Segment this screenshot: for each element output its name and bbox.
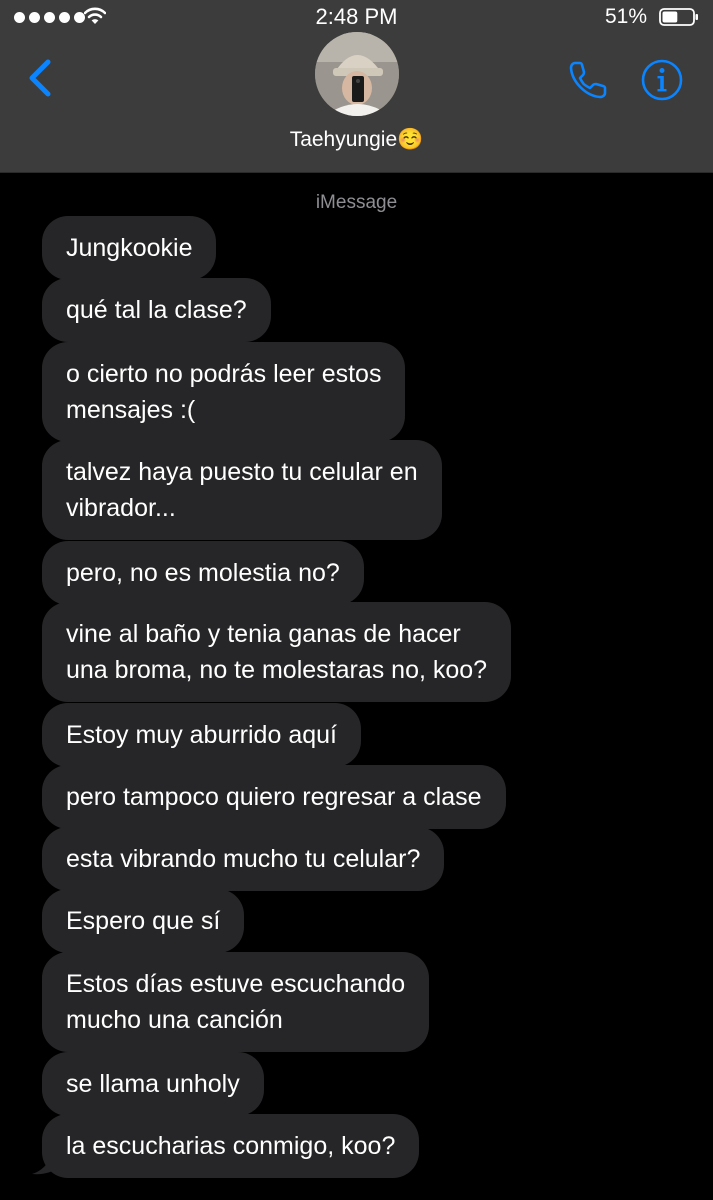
message-bubble[interactable]: talvez haya puesto tu celular en vibrado… [42,440,442,540]
message-bubble[interactable]: pero, no es molestia no? [42,541,364,605]
message-bubble[interactable]: o cierto no podrás leer estos mensajes :… [42,342,406,442]
phone-call-icon[interactable] [566,58,610,102]
conversation-header: 2:48 PM 51% Taehyungie☺️ [0,0,713,173]
message-bubble[interactable]: Jungkookie [42,216,217,280]
status-bar: 2:48 PM 51% [0,0,713,36]
message-bubble[interactable]: se llama unholy [42,1052,264,1116]
message-text: Espero que sí [66,907,221,935]
message-text: qué tal la clase? [66,296,247,324]
message-text: pero tampoco quiero regresar a clase [66,783,482,811]
bubble-tail [32,1152,60,1175]
message-bubble[interactable]: pero tampoco quiero regresar a clase [42,765,506,829]
battery-icon [659,8,698,26]
message-bubble[interactable]: esta vibrando mucho tu celular? [42,827,445,891]
avatar-photo [315,32,399,116]
message-text: pero, no es molestia no? [66,559,340,587]
message-text: talvez haya puesto tu celular en vibrado… [66,458,418,522]
message-text: o cierto no podrás leer estos mensajes :… [66,360,382,424]
message-text: se llama unholy [66,1070,240,1098]
info-icon[interactable] [640,58,684,102]
message-text: esta vibrando mucho tu celular? [66,845,421,873]
message-text: vine al baño y tenia ganas de hacer una … [66,620,488,684]
message-bubble[interactable]: vine al baño y tenia ganas de hacer una … [42,602,512,702]
message-bubble[interactable]: Espero que sí [42,889,245,953]
message-bubble[interactable]: la escucharias conmigo, koo? [42,1114,420,1178]
battery-percent: 51% [604,5,647,28]
message-text: la escucharias conmigo, koo? [66,1132,396,1160]
message-text: Estos días estuve escuchando mucho una c… [66,970,406,1034]
contact-name[interactable]: Taehyungie☺️ [0,128,713,152]
message-bubble[interactable]: qué tal la clase? [42,278,271,342]
message-bubble[interactable]: Estoy muy aburrido aquí [42,703,361,767]
back-button[interactable] [22,58,56,98]
service-label: iMessage [315,192,398,213]
message-text: Estoy muy aburrido aquí [66,721,337,749]
contact-avatar[interactable] [315,32,399,116]
message-text: Jungkookie [66,234,193,262]
message-bubble[interactable]: Estos días estuve escuchando mucho una c… [42,952,430,1052]
